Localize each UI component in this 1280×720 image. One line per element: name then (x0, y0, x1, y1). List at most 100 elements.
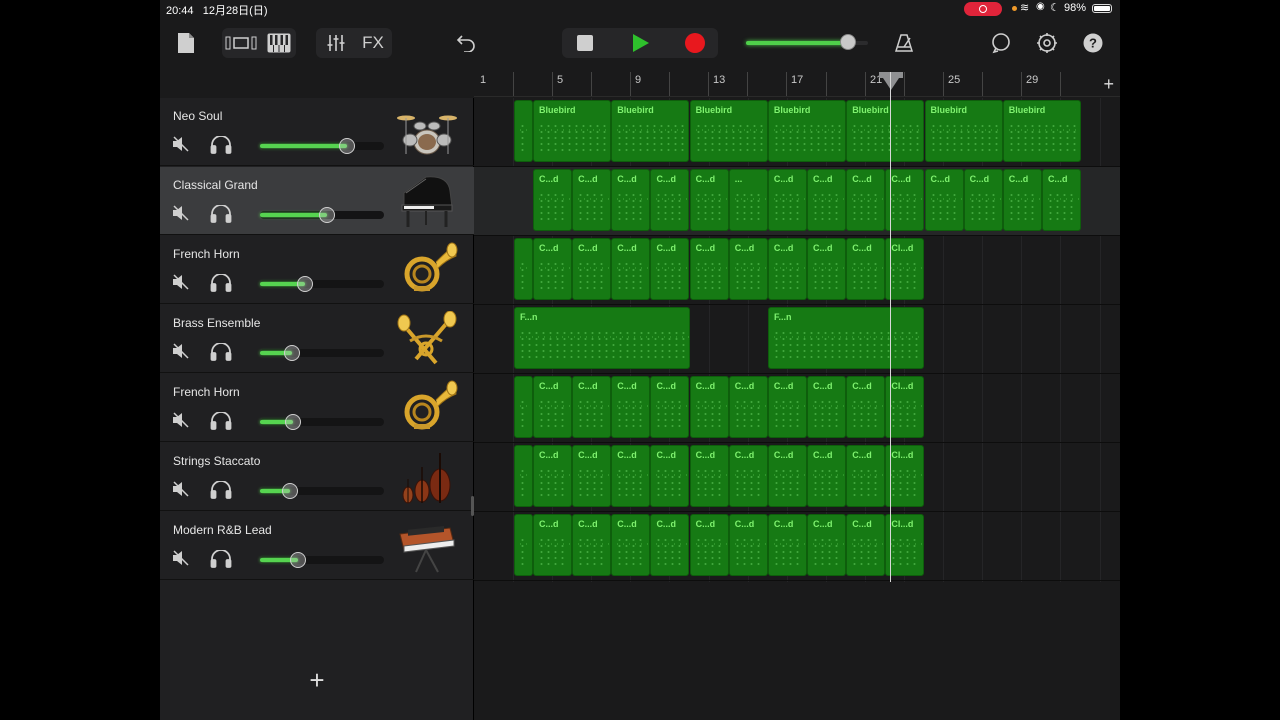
midi-region[interactable]: C...d (650, 514, 690, 576)
midi-region[interactable]: C...d (963, 169, 1003, 231)
midi-region[interactable]: C...d (807, 238, 847, 300)
midi-region[interactable] (514, 376, 533, 438)
midi-region[interactable]: C...d (807, 514, 847, 576)
track-volume-knob[interactable] (290, 552, 307, 568)
midi-region[interactable]: C...d (533, 514, 572, 576)
midi-region[interactable] (514, 238, 533, 300)
midi-region[interactable]: C...d (807, 169, 847, 231)
midi-region[interactable]: C...d (533, 169, 572, 231)
midi-region[interactable] (514, 445, 533, 507)
metronome-icon[interactable] (892, 28, 916, 58)
track-header[interactable]: Modern R&B Lead (160, 512, 474, 580)
midi-region[interactable]: Bluebird (533, 100, 611, 162)
midi-region[interactable]: C...d (611, 169, 651, 231)
midi-region[interactable]: C...d (611, 514, 651, 576)
midi-region[interactable]: ... (728, 169, 768, 231)
midi-region[interactable]: F...n (514, 307, 690, 369)
mute-icon[interactable] (172, 136, 190, 152)
french-horn-icon[interactable] (396, 380, 458, 436)
midi-region[interactable]: Bluebird (846, 100, 925, 162)
headphones-icon[interactable] (210, 273, 232, 292)
midi-region[interactable]: C...d (728, 376, 768, 438)
add-track-button[interactable]: + (306, 667, 328, 693)
midi-region[interactable]: C...d (689, 238, 729, 300)
midi-region[interactable]: C...d (807, 445, 847, 507)
midi-region[interactable]: C...d (572, 376, 612, 438)
midi-region[interactable] (514, 514, 533, 576)
midi-region[interactable]: Bluebird (924, 100, 1003, 162)
midi-region[interactable]: C...d (846, 445, 886, 507)
midi-region[interactable]: C...d (650, 445, 690, 507)
midi-region[interactable]: Cl...d (885, 238, 925, 300)
track-volume-knob[interactable] (281, 483, 298, 499)
strings-icon[interactable] (396, 449, 458, 505)
midi-region[interactable]: C...d (572, 514, 612, 576)
track-volume-slider[interactable] (260, 207, 384, 223)
track-header[interactable]: Neo Soul (160, 98, 474, 166)
undo-icon[interactable] (454, 28, 478, 58)
settings-icon[interactable] (1034, 28, 1060, 58)
midi-region[interactable]: C...d (846, 238, 886, 300)
master-volume-knob[interactable] (840, 34, 857, 50)
track-header[interactable]: Strings Staccato (160, 443, 474, 511)
track-volume-slider[interactable] (260, 552, 384, 568)
mute-icon[interactable] (172, 550, 190, 566)
midi-region[interactable]: C...d (689, 169, 729, 231)
mute-icon[interactable] (172, 481, 190, 497)
track-volume-knob[interactable] (296, 276, 313, 292)
midi-region[interactable]: F...n (768, 307, 924, 369)
headphones-icon[interactable] (210, 135, 232, 154)
track-volume-knob[interactable] (284, 345, 301, 361)
midi-region[interactable]: Cl...d (885, 445, 925, 507)
headphones-icon[interactable] (210, 204, 232, 223)
midi-region[interactable]: Cl...d (885, 376, 925, 438)
track-header[interactable]: French Horn (160, 236, 474, 304)
headphones-icon[interactable] (210, 549, 232, 568)
midi-region[interactable]: C...d (728, 238, 768, 300)
timeline-ruler[interactable]: 1 5 9 13 17 21 25 29 + (474, 72, 1120, 97)
midi-region[interactable]: C...d (533, 238, 572, 300)
loop-icon[interactable] (988, 28, 1014, 58)
midi-region[interactable]: C...d (728, 514, 768, 576)
midi-region[interactable]: C...d (767, 169, 807, 231)
track-volume-slider[interactable] (260, 138, 384, 154)
midi-region[interactable]: C...d (846, 514, 886, 576)
mute-icon[interactable] (172, 343, 190, 359)
midi-region[interactable]: C...d (885, 169, 925, 231)
midi-region[interactable]: C...d (650, 238, 690, 300)
midi-region[interactable]: C...d (846, 376, 886, 438)
document-icon[interactable] (174, 28, 198, 58)
track-volume-knob[interactable] (338, 138, 355, 154)
grand-piano-icon[interactable] (396, 173, 458, 229)
midi-region[interactable]: C...d (533, 445, 572, 507)
midi-region[interactable]: C...d (1002, 169, 1042, 231)
drum-kit-icon[interactable] (396, 104, 458, 160)
keyboard-icon[interactable] (264, 28, 294, 58)
midi-region[interactable]: C...d (689, 445, 729, 507)
track-header[interactable]: Classical Grand (160, 167, 474, 235)
playhead-handle-tip[interactable] (879, 72, 903, 90)
midi-region[interactable]: C...d (689, 376, 729, 438)
track-volume-slider[interactable] (260, 483, 384, 499)
fx-button[interactable]: FX (358, 28, 388, 58)
track-header[interactable]: French Horn (160, 374, 474, 442)
midi-region[interactable]: C...d (572, 445, 612, 507)
midi-region[interactable]: C...d (572, 169, 612, 231)
midi-region[interactable]: Bluebird (611, 100, 690, 162)
headphones-icon[interactable] (210, 480, 232, 499)
headphones-icon[interactable] (210, 411, 232, 430)
midi-region[interactable]: C...d (767, 238, 807, 300)
record-icon[interactable] (680, 28, 710, 58)
mute-icon[interactable] (172, 412, 190, 428)
midi-region[interactable]: C...d (767, 514, 807, 576)
headphones-icon[interactable] (210, 342, 232, 361)
midi-region[interactable]: C...d (1041, 169, 1081, 231)
midi-region[interactable]: C...d (650, 169, 690, 231)
tracks-view-icon[interactable] (224, 28, 258, 58)
midi-region[interactable]: C...d (767, 445, 807, 507)
add-section-button[interactable]: + (1103, 74, 1114, 95)
track-volume-knob[interactable] (318, 207, 335, 223)
arrangement-area[interactable]: Bluebird Bluebird Bluebird Bluebird Bluebird… (474, 98, 1120, 582)
help-icon[interactable]: ? (1082, 28, 1104, 58)
midi-region[interactable]: C...d (572, 238, 612, 300)
